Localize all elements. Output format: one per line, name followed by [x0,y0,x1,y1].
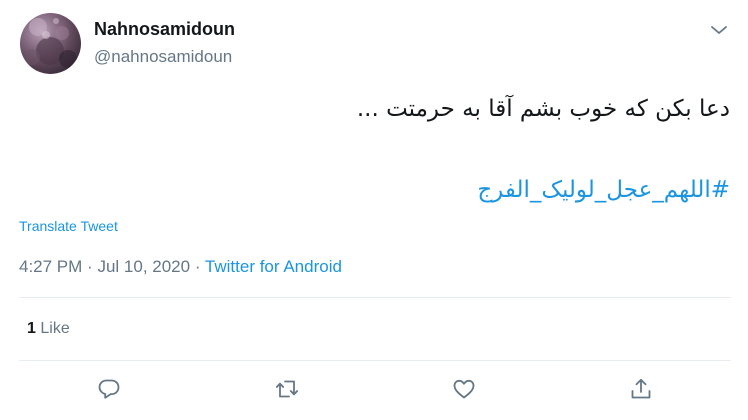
likes-number: 1 [27,320,36,337]
meta-separator: · [194,257,201,276]
likes-count[interactable]: 1 Like [27,319,70,339]
translate-tweet-link[interactable]: Translate Tweet [19,217,118,235]
likes-label: Like [40,320,70,337]
divider [19,360,731,361]
tweet-card: Nahnosamidoun @nahnosamidoun دعا بکن که … [0,0,748,420]
more-options-chevron-down-icon[interactable] [707,18,731,42]
tweet-metadata: 4:27 PM · Jul 10, 2020 · Twitter for And… [19,256,342,278]
heart-icon[interactable] [451,376,477,402]
reply-icon[interactable] [96,376,122,402]
avatar-image [24,18,77,68]
user-handle[interactable]: @nahnosamidoun [94,46,232,68]
share-icon[interactable] [628,376,654,402]
display-name[interactable]: Nahnosamidoun [94,18,235,40]
avatar[interactable] [20,13,81,74]
hashtag-link[interactable]: #اللهم_عجل_لولیک_الفرج [130,173,730,207]
tweet-date[interactable]: Jul 10, 2020 [97,257,190,276]
divider [19,297,731,298]
tweet-source-link[interactable]: Twitter for Android [205,257,342,276]
tweet-time[interactable]: 4:27 PM [19,257,82,276]
tweet-text: دعا بکن که خوب بشم آقا به حرمتت ... [356,96,730,122]
meta-separator: · [87,257,93,276]
retweet-icon[interactable] [274,376,300,402]
